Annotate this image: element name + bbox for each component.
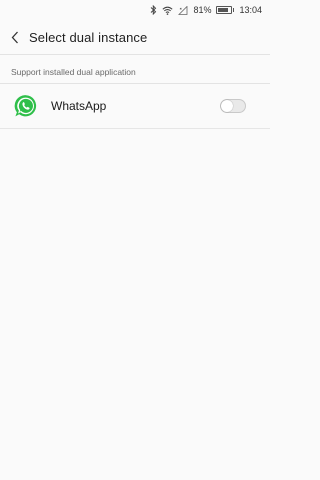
- cellular-signal-icon: [178, 5, 188, 15]
- list-item[interactable]: WhatsApp: [0, 84, 270, 129]
- battery-icon: [216, 6, 235, 14]
- app-name: WhatsApp: [51, 99, 107, 113]
- section-label: Support installed dual application: [11, 67, 136, 77]
- page-title: Select dual instance: [29, 29, 148, 45]
- page-header: Select dual instance: [0, 20, 270, 54]
- back-button[interactable]: [8, 26, 22, 48]
- status-bar: 81% 13:04: [0, 0, 270, 20]
- toggle-knob: [221, 100, 233, 112]
- wifi-icon: [162, 6, 173, 15]
- bluetooth-icon: [150, 5, 157, 15]
- dual-instance-toggle[interactable]: [220, 99, 246, 113]
- chevron-left-icon: [11, 31, 18, 43]
- clock: 13:04: [239, 5, 262, 15]
- battery-percent: 81%: [193, 5, 212, 15]
- whatsapp-icon: [13, 93, 51, 119]
- battery-level: [218, 8, 229, 12]
